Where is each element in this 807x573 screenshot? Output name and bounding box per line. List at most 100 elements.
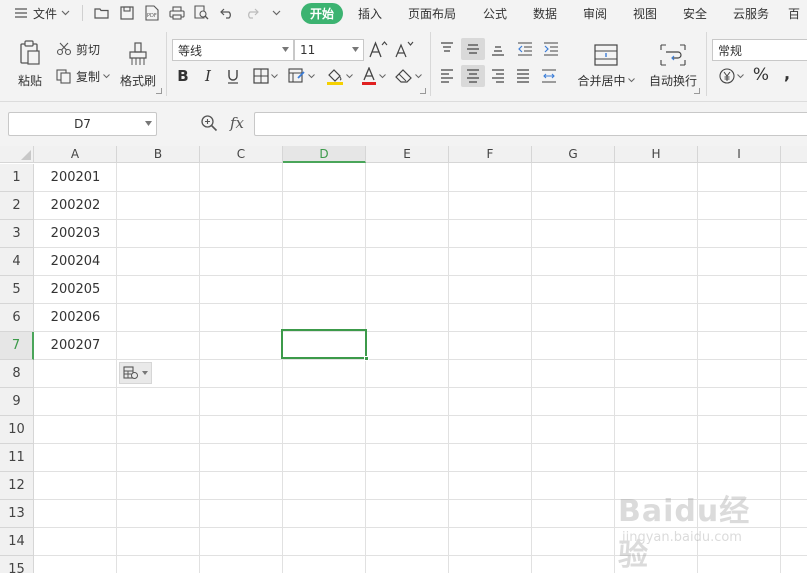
tab-data[interactable]: 数据 bbox=[520, 0, 570, 26]
number-format-select[interactable]: 常规 bbox=[712, 39, 807, 61]
undo-button[interactable] bbox=[214, 0, 239, 26]
tab-home[interactable]: 开始 bbox=[298, 0, 346, 26]
column-header-b[interactable]: B bbox=[117, 146, 200, 163]
italic-button[interactable]: I bbox=[199, 66, 217, 86]
fill-color-button[interactable] bbox=[322, 66, 356, 86]
row-header-6[interactable]: 6 bbox=[0, 304, 34, 332]
row-header-15[interactable]: 15 bbox=[0, 556, 34, 573]
print-preview-button[interactable] bbox=[189, 0, 214, 26]
column-header-a[interactable]: A bbox=[34, 146, 117, 163]
cell-a7[interactable]: 200207 bbox=[35, 332, 116, 359]
cut-label: 剪切 bbox=[76, 42, 101, 57]
open-button[interactable] bbox=[89, 0, 114, 26]
column-header-d[interactable]: D bbox=[283, 146, 366, 163]
watermark-url: jingyan.baidu.com bbox=[622, 530, 742, 545]
column-header-overflow[interactable] bbox=[781, 146, 807, 163]
insert-function-button[interactable]: fx bbox=[230, 114, 244, 132]
font-name-select[interactable]: 等线 bbox=[172, 39, 294, 61]
row-header-14[interactable]: 14 bbox=[0, 528, 34, 556]
cut-button[interactable]: 剪切 bbox=[56, 40, 100, 58]
row-header-7[interactable]: 7 bbox=[0, 332, 34, 360]
row-header-13[interactable]: 13 bbox=[0, 500, 34, 528]
formula-input[interactable] bbox=[254, 112, 807, 136]
active-cell-d7[interactable] bbox=[281, 329, 369, 361]
row-header-3[interactable]: 3 bbox=[0, 220, 34, 248]
cell-a4[interactable]: 200204 bbox=[35, 248, 116, 275]
fill-handle[interactable] bbox=[364, 356, 369, 361]
cell-a2[interactable]: 200202 bbox=[35, 192, 116, 219]
distributed-align-button[interactable] bbox=[538, 65, 560, 87]
align-bottom-button[interactable] bbox=[487, 38, 509, 60]
clear-button[interactable] bbox=[392, 66, 424, 86]
font-group-launcher[interactable] bbox=[420, 88, 426, 94]
align-left-icon bbox=[441, 69, 453, 83]
borders-button[interactable] bbox=[250, 66, 280, 86]
row-header-12[interactable]: 12 bbox=[0, 472, 34, 500]
align-top-button[interactable] bbox=[436, 38, 458, 60]
tab-security[interactable]: 安全 bbox=[670, 0, 720, 26]
merge-center-button[interactable]: 合并居中 bbox=[574, 36, 638, 96]
row-header-11[interactable]: 11 bbox=[0, 444, 34, 472]
align-center-button[interactable] bbox=[461, 65, 485, 87]
row-header-5[interactable]: 5 bbox=[0, 276, 34, 304]
thousands-separator-button[interactable]: , bbox=[776, 62, 798, 84]
justify-button[interactable] bbox=[512, 65, 534, 87]
name-box[interactable]: D7 bbox=[8, 112, 157, 136]
paste-button[interactable]: 粘贴 bbox=[10, 32, 50, 96]
format-painter-button[interactable]: 格式刷 bbox=[118, 34, 158, 96]
column-header-c[interactable]: C bbox=[200, 146, 283, 163]
column-header-e[interactable]: E bbox=[366, 146, 449, 163]
decrease-indent-button[interactable] bbox=[514, 38, 536, 60]
bold-button[interactable]: B bbox=[174, 66, 192, 86]
tab-view[interactable]: 视图 bbox=[620, 0, 670, 26]
redo-button[interactable] bbox=[239, 0, 264, 26]
increase-font-size-button[interactable] bbox=[368, 38, 390, 60]
column-header-i[interactable]: I bbox=[698, 146, 781, 163]
increase-indent-button[interactable] bbox=[540, 38, 562, 60]
clipboard-group-launcher[interactable] bbox=[156, 88, 162, 94]
decrease-font-size-button[interactable] bbox=[394, 38, 416, 60]
row-header-2[interactable]: 2 bbox=[0, 192, 34, 220]
cell-a6[interactable]: 200206 bbox=[35, 304, 116, 331]
alignment-group-launcher[interactable] bbox=[694, 88, 700, 94]
find-formula-button[interactable] bbox=[200, 114, 218, 135]
spreadsheet-grid[interactable]: A B C D E F G H I 1 2 3 4 5 6 7 8 9 10 1… bbox=[0, 146, 807, 573]
tab-more[interactable]: 百 bbox=[782, 0, 806, 26]
row-header-9[interactable]: 9 bbox=[0, 388, 34, 416]
paste-options-button[interactable] bbox=[119, 362, 152, 384]
row-header-4[interactable]: 4 bbox=[0, 248, 34, 276]
cell-a3[interactable]: 200203 bbox=[35, 220, 116, 247]
row-header-10[interactable]: 10 bbox=[0, 416, 34, 444]
tab-insert[interactable]: 插入 bbox=[346, 0, 394, 26]
column-header-f[interactable]: F bbox=[449, 146, 532, 163]
tab-cloud-service[interactable]: 云服务 bbox=[720, 0, 782, 26]
percent-button[interactable]: % bbox=[750, 64, 772, 86]
copy-button[interactable]: 复制 bbox=[56, 66, 110, 86]
underline-button[interactable] bbox=[224, 66, 242, 86]
tab-formulas[interactable]: 公式 bbox=[470, 0, 520, 26]
align-right-button[interactable] bbox=[487, 65, 509, 87]
column-header-g[interactable]: G bbox=[532, 146, 615, 163]
align-middle-button[interactable] bbox=[461, 38, 485, 60]
tab-insert-label: 插入 bbox=[357, 6, 382, 21]
save-button[interactable] bbox=[114, 0, 139, 26]
file-menu[interactable]: 文件 bbox=[0, 0, 82, 26]
column-header-h[interactable]: H bbox=[615, 146, 698, 163]
select-all-corner[interactable] bbox=[0, 146, 34, 163]
row-header-1[interactable]: 1 bbox=[0, 164, 34, 192]
align-left-button[interactable] bbox=[436, 65, 458, 87]
cell-a1[interactable]: 200201 bbox=[35, 164, 116, 191]
wrap-text-button[interactable]: 自动换行 bbox=[644, 36, 702, 96]
chevron-down-icon bbox=[627, 77, 635, 82]
tab-page-layout[interactable]: 页面布局 bbox=[394, 0, 470, 26]
export-pdf-button[interactable]: PDF bbox=[139, 0, 164, 26]
cell-a5[interactable]: 200205 bbox=[35, 276, 116, 303]
tab-review[interactable]: 审阅 bbox=[570, 0, 620, 26]
font-size-select[interactable]: 11 bbox=[294, 39, 364, 61]
cell-style-button[interactable] bbox=[286, 66, 316, 86]
print-button[interactable] bbox=[164, 0, 189, 26]
row-header-8[interactable]: 8 bbox=[0, 360, 34, 388]
font-color-button[interactable] bbox=[358, 66, 388, 86]
currency-button[interactable] bbox=[716, 66, 746, 86]
customize-quick-access-button[interactable] bbox=[264, 0, 289, 26]
